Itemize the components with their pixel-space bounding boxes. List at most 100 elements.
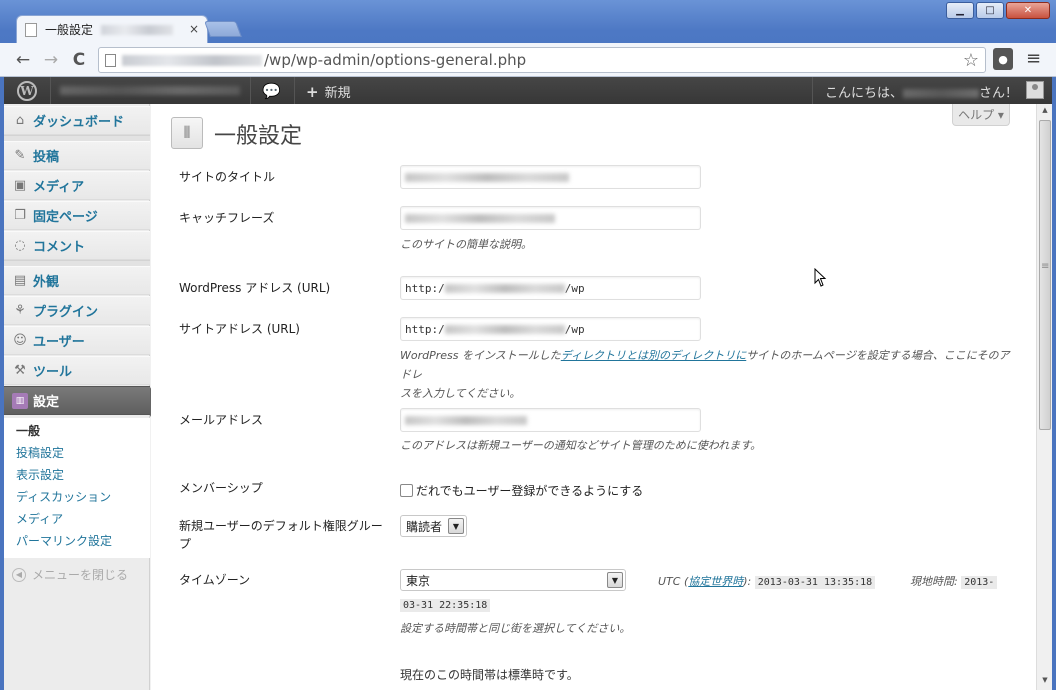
utc-link[interactable]: 協定世界時 bbox=[688, 575, 743, 588]
main-content: ヘルプ ▾ ⫴ 一般設定 サイトのタイトル キャッチフレーズ このサイトの簡単な… bbox=[151, 104, 1036, 690]
comments-bubble-icon[interactable]: 💬 bbox=[262, 82, 281, 100]
sidebar-item-label: 設定 bbox=[33, 395, 60, 410]
sidebar-item-tools[interactable]: ⚒ ツール bbox=[4, 356, 150, 385]
my-account-menu[interactable]: こんにちは、 さん！ bbox=[825, 82, 1018, 101]
redacted-value bbox=[444, 324, 565, 334]
scroll-down-icon[interactable]: ▼ bbox=[1039, 676, 1051, 688]
admin-bar-divider bbox=[812, 77, 813, 104]
site-address-description: WordPress をインストールしたディレクトリとは別のディレクトリにサイトの… bbox=[400, 346, 1010, 403]
sidebar-item-label: ユーザー bbox=[33, 335, 85, 350]
different-directory-link[interactable]: ディレクトリとは別のディレクトリに bbox=[561, 349, 746, 362]
back-arrow-icon[interactable]: ← bbox=[12, 49, 34, 71]
sidebar-item-users[interactable]: ☺ ユーザー bbox=[4, 326, 150, 355]
sidebar-item-plugins[interactable]: ⚘ プラグイン bbox=[4, 296, 150, 325]
redacted-value bbox=[405, 415, 527, 425]
submenu-item-permalinks[interactable]: パーマリンク設定 bbox=[4, 530, 150, 552]
avatar[interactable] bbox=[1026, 81, 1044, 99]
sidebar-item-settings[interactable]: ▥ 設定 bbox=[4, 386, 159, 417]
wp-address-input[interactable]: http:/ /wp bbox=[400, 276, 701, 300]
browser-tab[interactable]: 一般設定 × bbox=[16, 15, 208, 43]
new-tab-button[interactable] bbox=[204, 21, 242, 37]
address-bar[interactable]: /wp/wp-admin/options-general.php ☆ bbox=[98, 47, 986, 73]
utc-time: 2013-03-31 13:35:18 bbox=[754, 576, 876, 589]
site-address-input[interactable]: http:/ /wp bbox=[400, 317, 701, 341]
url-suffix: /wp bbox=[564, 322, 585, 336]
url-path: /wp/wp-admin/options-general.php bbox=[264, 51, 527, 69]
admin-bar-divider bbox=[250, 77, 251, 104]
local-time-label: 現地時間: bbox=[910, 575, 958, 588]
sidebar-item-media[interactable]: ▣ メディア bbox=[4, 171, 150, 200]
timezone-label: タイムゾーン bbox=[179, 573, 251, 587]
comment-icon: ◌ bbox=[14, 238, 26, 253]
sidebar-item-pages[interactable]: ❐ 固定ページ bbox=[4, 201, 150, 230]
minimize-button[interactable]: ▁ bbox=[946, 2, 974, 19]
site-address-label: サイトアドレス (URL) bbox=[179, 322, 300, 336]
tagline-input[interactable] bbox=[400, 206, 701, 230]
page-scrollbar[interactable]: ▲ ▼ bbox=[1036, 104, 1052, 690]
local-time-info: 現地時間: 2013- bbox=[910, 573, 998, 589]
membership-checkbox[interactable] bbox=[400, 484, 413, 497]
submenu-item-reading[interactable]: 表示設定 bbox=[4, 464, 150, 486]
utc-suffix: ): bbox=[743, 575, 752, 588]
default-role-select[interactable]: 購読者 ▼ bbox=[400, 515, 467, 537]
admin-sidebar: ⌂ ダッシュボード ✎ 投稿 ▣ メディア ❐ 固定ページ ◌ コメント ▤ 外… bbox=[4, 104, 159, 690]
site-name-redacted[interactable] bbox=[60, 86, 240, 95]
reload-icon[interactable]: C bbox=[68, 49, 90, 71]
forward-arrow-icon[interactable]: → bbox=[40, 49, 62, 71]
submenu-item-discussion[interactable]: ディスカッション bbox=[4, 486, 150, 508]
sidebar-item-label: メディア bbox=[33, 180, 85, 195]
window-controls: ▁ □ ✕ bbox=[946, 2, 1050, 19]
settings-icon: ▥ bbox=[12, 392, 28, 409]
scrollbar-thumb[interactable] bbox=[1039, 120, 1051, 430]
maximize-button[interactable]: □ bbox=[976, 2, 1004, 19]
timezone-select[interactable]: 東京 ▼ bbox=[400, 569, 626, 591]
browser-toolbar: ← → C /wp/wp-admin/options-general.php ☆ bbox=[0, 43, 1056, 77]
settings-page-icon: ⫴ bbox=[171, 117, 203, 149]
utc-time-info: UTC (協定世界時): 2013-03-31 13:35:18 bbox=[658, 573, 876, 589]
help-button[interactable]: ヘルプ ▾ bbox=[952, 104, 1010, 126]
tab-close-icon[interactable]: × bbox=[189, 22, 199, 36]
sidebar-item-posts[interactable]: ✎ 投稿 bbox=[4, 141, 150, 170]
bookmark-star-icon[interactable]: ☆ bbox=[963, 50, 979, 71]
site-title-input[interactable] bbox=[400, 165, 701, 189]
help-label: ヘルプ bbox=[958, 108, 995, 122]
collapse-menu-label: メニューを閉じる bbox=[32, 568, 129, 582]
submenu-item-writing[interactable]: 投稿設定 bbox=[4, 442, 150, 464]
redacted-value bbox=[444, 283, 565, 293]
page-icon bbox=[105, 53, 116, 67]
sidebar-item-comments[interactable]: ◌ コメント bbox=[4, 231, 150, 260]
submenu-item-general[interactable]: 一般 bbox=[4, 420, 150, 442]
desc-text: スを入力してください。 bbox=[400, 387, 521, 400]
window-border-right bbox=[1052, 77, 1056, 690]
membership-checkbox-label[interactable]: だれでもユーザー登録ができるようにする bbox=[416, 482, 643, 499]
scroll-up-icon[interactable]: ▲ bbox=[1039, 106, 1051, 118]
desc-text: WordPress をインストールした bbox=[400, 349, 561, 362]
sidebar-item-label: プラグイン bbox=[33, 305, 99, 320]
default-role-label-line: 新規ユーザーのデフォルト権限グルー bbox=[179, 519, 383, 533]
tagline-description: このサイトの簡単な説明。 bbox=[400, 238, 532, 251]
tab-title-redacted bbox=[101, 24, 174, 35]
sidebar-item-label: ダッシュボード bbox=[33, 115, 125, 130]
plugin-icon: ⚘ bbox=[14, 303, 26, 318]
appearance-icon: ▤ bbox=[13, 273, 27, 288]
admin-bar-divider bbox=[294, 77, 295, 104]
tagline-label: キャッチフレーズ bbox=[179, 211, 275, 225]
collapse-menu-button[interactable]: ◀ メニューを閉じる bbox=[12, 566, 128, 583]
close-window-button[interactable]: ✕ bbox=[1006, 2, 1050, 19]
dropdown-arrow-icon: ▼ bbox=[607, 572, 623, 588]
new-content-button[interactable]: + 新規 bbox=[306, 82, 351, 101]
url-prefix: http:/ bbox=[405, 322, 445, 336]
sidebar-item-label: 投稿 bbox=[33, 150, 60, 165]
standard-time-note: 現在のこの時間帯は標準時です。 bbox=[400, 668, 579, 682]
plus-icon: + bbox=[306, 83, 319, 101]
chrome-menu-icon[interactable]: ≡ bbox=[1026, 48, 1041, 69]
submenu-item-media[interactable]: メディア bbox=[4, 508, 150, 530]
extension-icon[interactable]: ● bbox=[993, 48, 1013, 70]
sidebar-item-dashboard[interactable]: ⌂ ダッシュボード bbox=[4, 106, 150, 135]
wp-logo-button[interactable]: W bbox=[4, 77, 50, 104]
email-input[interactable] bbox=[400, 408, 701, 432]
wordpress-logo-icon: W bbox=[17, 80, 37, 101]
sidebar-item-appearance[interactable]: ▤ 外観 bbox=[4, 266, 150, 295]
sidebar-item-label: 固定ページ bbox=[33, 210, 98, 225]
membership-label: メンバーシップ bbox=[179, 481, 263, 495]
